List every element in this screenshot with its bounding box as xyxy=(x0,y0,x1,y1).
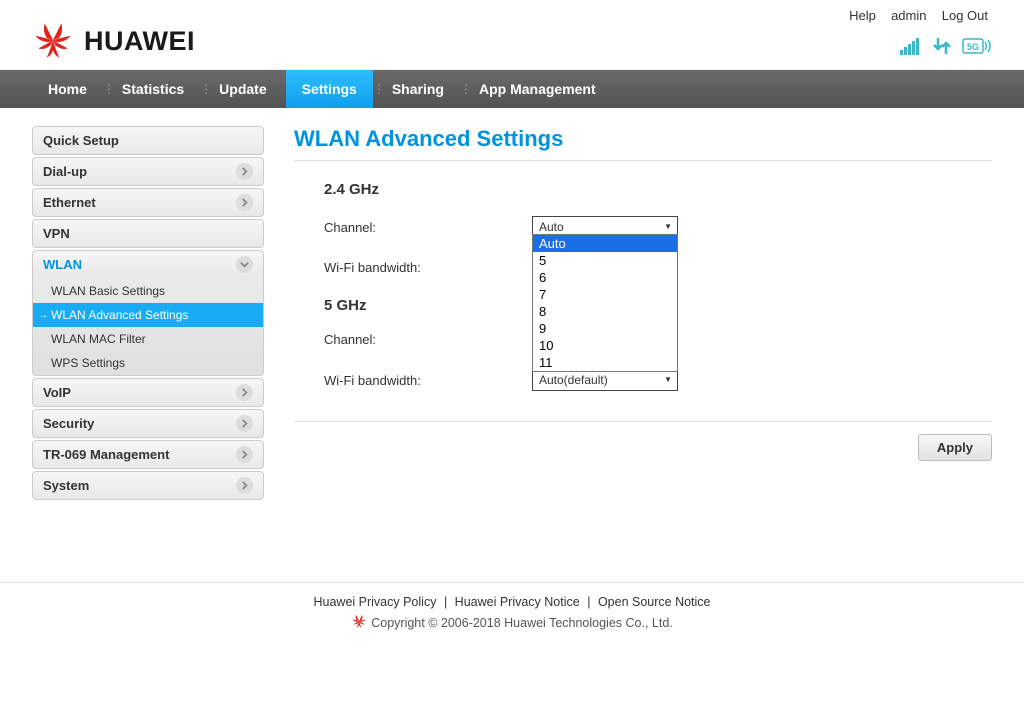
dropdown-option[interactable]: 8 xyxy=(533,303,677,320)
dropdown-option[interactable]: 10 xyxy=(533,337,677,354)
brand-text: HUAWEI xyxy=(84,26,195,57)
sidebar-item-label: Quick Setup xyxy=(43,133,119,148)
channel-24-dropdown[interactable]: Auto 5 6 7 8 9 10 11 xyxy=(532,234,678,372)
sidebar-item-label: VPN xyxy=(43,226,70,241)
chevron-right-icon xyxy=(236,446,253,463)
sidebar-item-label: TR-069 Management xyxy=(43,447,169,462)
sidebar-item-wlan[interactable]: WLAN xyxy=(32,250,264,279)
top-bar: Help admin Log Out xyxy=(0,0,1024,70)
sidebar-item-label: Security xyxy=(43,416,94,431)
nav-settings[interactable]: Settings xyxy=(286,70,373,108)
sidebar-item-system[interactable]: System xyxy=(32,471,264,500)
chevron-right-icon xyxy=(236,163,253,180)
section-divider xyxy=(294,421,992,422)
dropdown-option[interactable]: 5 xyxy=(533,252,677,269)
sidebar-item-quick-setup[interactable]: Quick Setup xyxy=(32,126,264,155)
copyright-text: Copyright © 2006-2018 Huawei Technologie… xyxy=(371,616,673,630)
wlan-submenu: WLAN Basic Settings WLAN Advanced Settin… xyxy=(32,276,264,376)
sidebar-item-voip[interactable]: VoIP xyxy=(32,378,264,407)
sidebar-item-dial-up[interactable]: Dial-up xyxy=(32,157,264,186)
sidebar-item-security[interactable]: Security xyxy=(32,409,264,438)
sidebar-item-label: Dial-up xyxy=(43,164,87,179)
nav-update[interactable]: Update xyxy=(203,70,282,108)
subitem-wlan-basic[interactable]: WLAN Basic Settings xyxy=(33,279,263,303)
footer-link-privacy-notice[interactable]: Huawei Privacy Notice xyxy=(455,595,580,609)
footer-separator: | xyxy=(444,595,447,609)
sidebar-item-label: WLAN xyxy=(43,257,82,272)
nav-statistics[interactable]: Statistics xyxy=(106,70,200,108)
nav-home[interactable]: Home xyxy=(32,70,103,108)
chevron-right-icon xyxy=(236,477,253,494)
main-nav: Home Statistics Update Settings Sharing … xyxy=(0,70,1024,108)
status-icons: 5G xyxy=(900,37,992,58)
chevron-down-icon xyxy=(236,256,253,273)
footer-link-privacy-policy[interactable]: Huawei Privacy Policy xyxy=(313,595,436,609)
data-transfer-icon xyxy=(932,37,952,58)
dropdown-option[interactable]: 6 xyxy=(533,269,677,286)
nav-sharing[interactable]: Sharing xyxy=(376,70,460,108)
label-channel-5: Channel: xyxy=(324,332,532,347)
svg-text:5G: 5G xyxy=(967,42,979,52)
sidebar-item-tr069[interactable]: TR-069 Management xyxy=(32,440,264,469)
chevron-right-icon xyxy=(236,415,253,432)
label-bandwidth-5: Wi-Fi bandwidth: xyxy=(324,373,532,388)
sidebar-item-vpn[interactable]: VPN xyxy=(32,219,264,248)
huawei-flower-icon xyxy=(32,19,74,64)
select-bandwidth-5[interactable]: Auto(default) xyxy=(532,369,678,391)
content-pane: WLAN Advanced Settings 2.4 GHz Channel: … xyxy=(294,126,992,502)
settings-sidebar: Quick Setup Dial-up Ethernet VPN xyxy=(32,126,264,502)
current-user[interactable]: admin xyxy=(891,8,926,23)
apply-button[interactable]: Apply xyxy=(918,434,992,461)
sidebar-item-label: Ethernet xyxy=(43,195,96,210)
page-footer: Huawei Privacy Policy | Huawei Privacy N… xyxy=(0,582,1024,672)
sidebar-item-ethernet[interactable]: Ethernet xyxy=(32,188,264,217)
signal-strength-icon xyxy=(900,37,922,58)
dropdown-option[interactable]: 11 xyxy=(533,354,677,371)
sidebar-item-label: System xyxy=(43,478,89,493)
section-title-24ghz: 2.4 GHz xyxy=(324,181,992,198)
sidebar-item-label: VoIP xyxy=(43,385,71,400)
account-links: Help admin Log Out xyxy=(845,8,992,23)
network-5g-icon: 5G xyxy=(962,37,992,58)
label-bandwidth-24: Wi-Fi bandwidth: xyxy=(324,260,532,275)
nav-app-management[interactable]: App Management xyxy=(463,70,612,108)
subitem-wlan-advanced[interactable]: WLAN Advanced Settings xyxy=(33,303,263,327)
subitem-wlan-mac-filter[interactable]: WLAN MAC Filter xyxy=(33,327,263,351)
page-title: WLAN Advanced Settings xyxy=(294,126,992,161)
footer-separator: | xyxy=(587,595,590,609)
footer-link-open-source[interactable]: Open Source Notice xyxy=(598,595,711,609)
help-link[interactable]: Help xyxy=(849,8,876,23)
subitem-wps-settings[interactable]: WPS Settings xyxy=(33,351,263,375)
huawei-flower-icon xyxy=(351,613,367,632)
chevron-right-icon xyxy=(236,194,253,211)
dropdown-option[interactable]: 9 xyxy=(533,320,677,337)
dropdown-option[interactable]: 7 xyxy=(533,286,677,303)
label-channel-24: Channel: xyxy=(324,220,532,235)
logout-link[interactable]: Log Out xyxy=(942,8,988,23)
dropdown-option[interactable]: Auto xyxy=(533,235,677,252)
chevron-right-icon xyxy=(236,384,253,401)
